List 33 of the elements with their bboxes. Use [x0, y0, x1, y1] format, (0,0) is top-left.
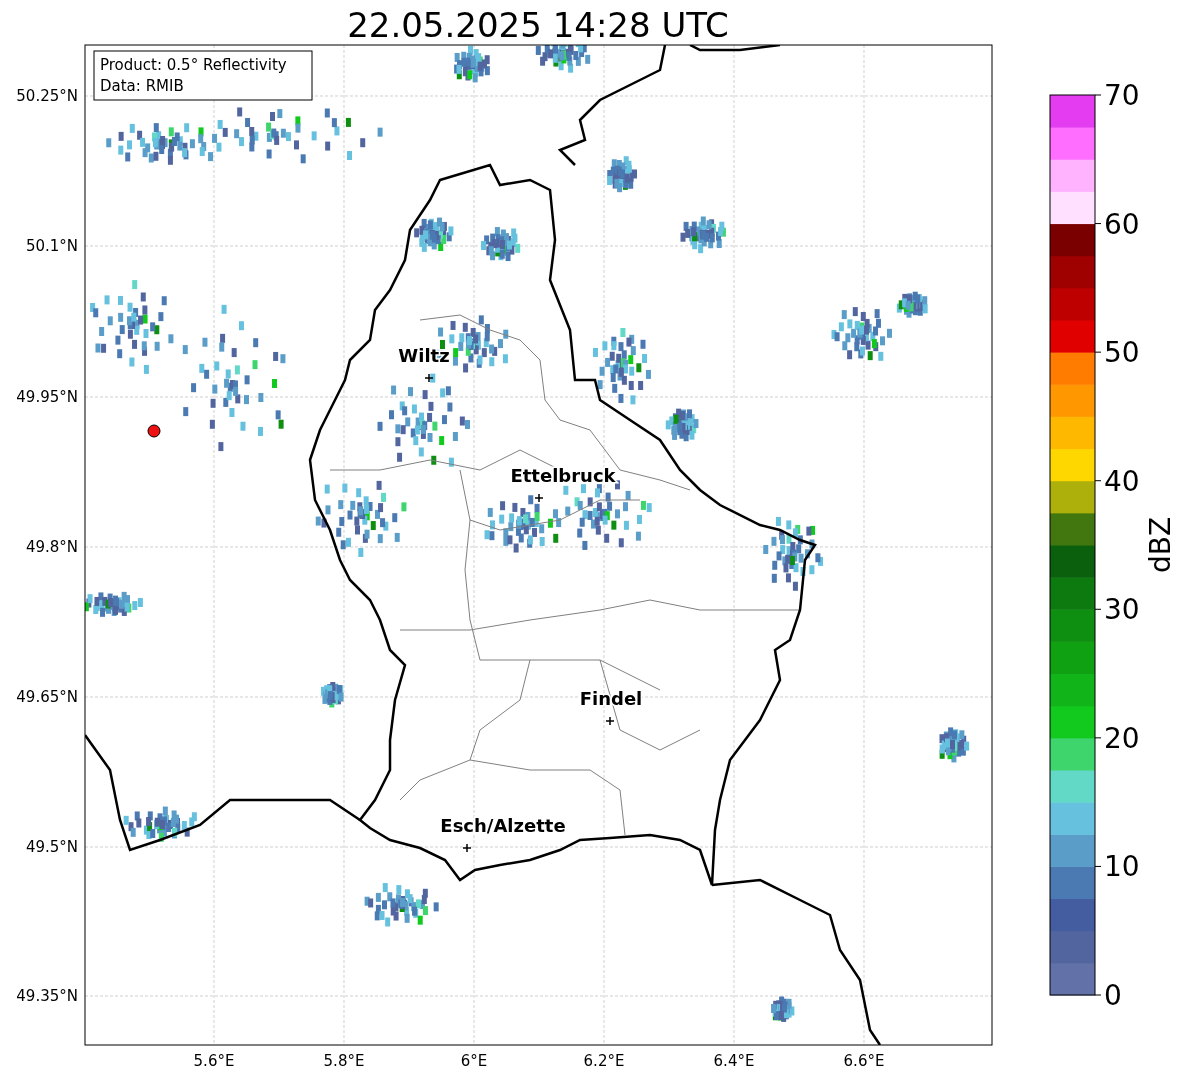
colorbar-tick-label: 60 [1104, 207, 1140, 241]
colorbar-tick-label: 10 [1104, 850, 1140, 884]
city-marker-icon [605, 716, 615, 726]
city-label: Esch/Alzette [440, 815, 566, 836]
latitude-label: 50.25°N [16, 87, 78, 105]
latitude-label: 49.65°N [16, 688, 78, 706]
colorbar-tick-label: 20 [1104, 721, 1140, 755]
latitude-label: 49.8°N [25, 538, 78, 556]
info-text: Data: RMIB [100, 77, 184, 95]
colorbar-tick-label: 30 [1104, 593, 1140, 627]
city-marker-icon [462, 843, 472, 853]
colorbar-tick-label: 50 [1104, 336, 1140, 370]
latitude-label: 49.95°N [16, 388, 78, 406]
longitude-label: 6.2°E [583, 1052, 625, 1070]
longitude-label: 5.8°E [323, 1052, 365, 1070]
info-text: Product: 0.5° Reflectivity [100, 56, 287, 74]
latitude-label: 49.35°N [16, 987, 78, 1005]
longitude-label: 5.6°E [193, 1052, 235, 1070]
longitude-label: 6°E [460, 1052, 488, 1070]
radar-site-marker [147, 424, 161, 438]
city-label: Findel [579, 688, 643, 709]
longitude-label: 6.6°E [843, 1052, 885, 1070]
city-marker-icon [424, 373, 434, 383]
colorbar-label: dBZ [1144, 516, 1177, 574]
latitude-label: 49.5°N [25, 838, 78, 856]
latitude-label: 50.1°N [25, 237, 78, 255]
city-marker-icon [534, 493, 544, 503]
city-label: Ettelbruck [510, 465, 616, 486]
colorbar-tick-label: 40 [1104, 464, 1140, 498]
longitude-label: 6.4°E [713, 1052, 755, 1070]
colorbar-tick-label: 0 [1104, 979, 1122, 1012]
chart-title: 22.05.2025 14:28 UTC [347, 5, 729, 45]
colorbar-tick-label: 70 [1104, 79, 1140, 112]
